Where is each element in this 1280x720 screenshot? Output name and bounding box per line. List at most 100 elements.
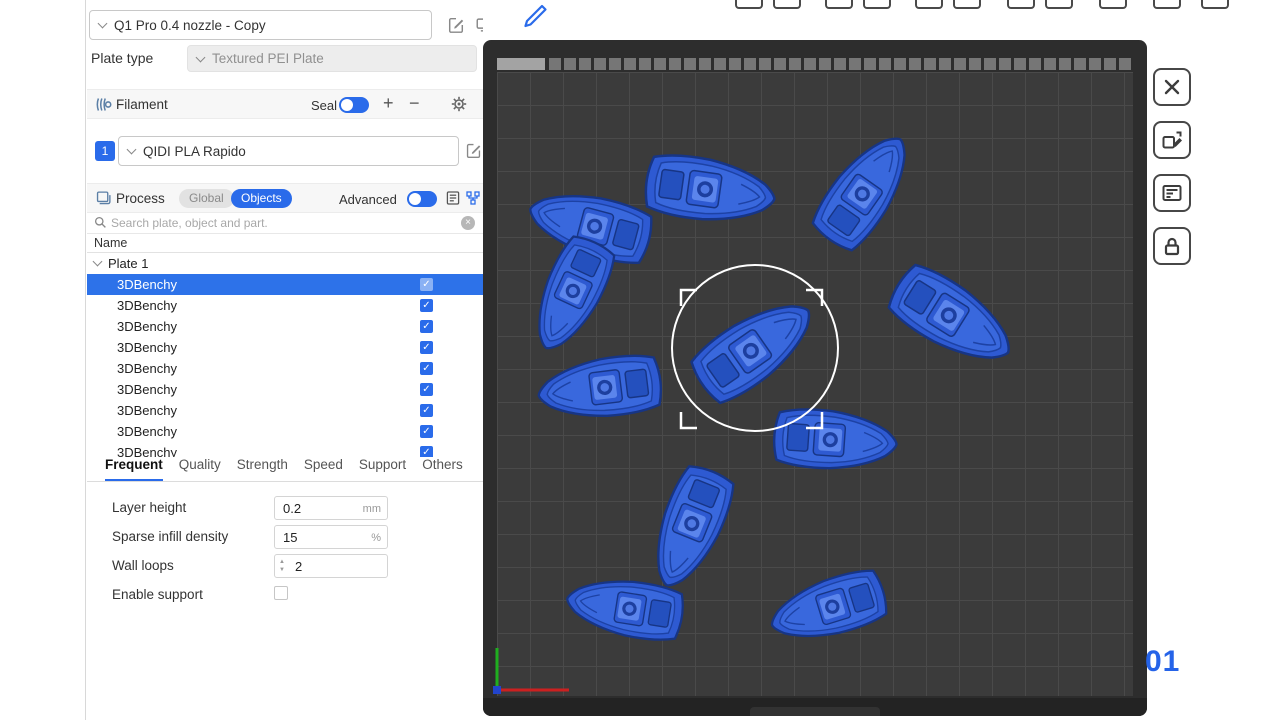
advanced-label: Advanced <box>339 192 397 207</box>
tree-item-label: 3DBenchy <box>117 319 177 334</box>
param-label: Sparse infill density <box>112 529 228 544</box>
param-enable-support: Enable support <box>87 581 483 610</box>
tree-item-benchy[interactable]: 3DBenchy✓ <box>87 295 483 316</box>
toolbar-icon[interactable] <box>915 0 943 9</box>
printer-preset-value: Q1 Pro 0.4 nozzle - Copy <box>114 18 266 33</box>
tree-item-benchy[interactable]: 3DBenchy✓ <box>87 421 483 442</box>
visibility-checkbox[interactable]: ✓ <box>420 278 433 291</box>
chevron-down-icon <box>196 52 206 62</box>
param-sparse-infill-density: Sparse infill density 15 % <box>87 523 483 552</box>
tab-frequent[interactable]: Frequent <box>105 457 163 481</box>
tree-item-benchy[interactable]: 3DBenchy ✓ <box>87 274 483 295</box>
benchy-model[interactable] <box>535 352 664 424</box>
clear-search-icon[interactable]: × <box>461 216 475 230</box>
filament-settings-gear-icon[interactable] <box>451 96 467 112</box>
viewport-3d[interactable]: 01 <box>483 0 1280 720</box>
plate-number-label: 01 <box>1145 645 1180 679</box>
edit-printer-preset-icon[interactable] <box>447 16 465 34</box>
seal-toggle[interactable] <box>339 97 369 113</box>
benchy-model[interactable] <box>772 407 898 473</box>
tree-item-benchy[interactable]: 3DBenchy ✓ <box>87 400 483 421</box>
benchy-model[interactable] <box>521 231 620 359</box>
plate-label: Plate 1 <box>108 256 148 271</box>
filament-name: QIDI PLA Rapido <box>143 144 246 159</box>
visibility-checkbox[interactable]: ✓ <box>420 362 433 375</box>
benchy-model[interactable] <box>642 151 778 229</box>
visibility-checkbox[interactable]: ✓ <box>420 320 433 333</box>
visibility-checkbox[interactable]: ✓ <box>420 341 433 354</box>
tree-item-label: 3DBenchy <box>117 382 177 397</box>
chevron-down-icon <box>127 145 137 155</box>
benchy-model[interactable] <box>883 258 1025 378</box>
search-row: × <box>87 213 483 234</box>
tree-item-label: 3DBenchy <box>117 277 177 292</box>
visibility-checkbox[interactable]: ✓ <box>420 425 433 438</box>
toolbar-icon[interactable] <box>735 0 763 9</box>
visibility-checkbox[interactable]: ✓ <box>420 299 433 312</box>
tree-item-benchy[interactable]: 3DBenchy✓ <box>87 337 483 358</box>
parameters-panel: Layer height 0.2 mm Sparse infill densit… <box>87 494 483 610</box>
toolbar-icon[interactable] <box>1045 0 1073 9</box>
enable-support-checkbox[interactable] <box>274 586 288 600</box>
tab-others[interactable]: Others <box>422 457 463 481</box>
plate-side-toolbar <box>1153 68 1193 280</box>
tab-quality[interactable]: Quality <box>179 457 221 481</box>
delete-all-button[interactable] <box>1153 68 1191 106</box>
tree-item-benchy[interactable]: 3DBenchy ✓ <box>87 316 483 337</box>
benchy-model-selected[interactable] <box>685 286 826 410</box>
toolbar-icon[interactable] <box>825 0 853 9</box>
stepper-arrows-icon[interactable]: ▲▼ <box>279 558 289 574</box>
remove-filament-button[interactable]: − <box>409 93 420 114</box>
toolbar-icon[interactable] <box>953 0 981 9</box>
tree-item-benchy[interactable]: 3DBenchy ✓ <box>87 358 483 379</box>
advanced-toggle[interactable] <box>407 191 437 207</box>
benchy-model[interactable] <box>806 123 924 257</box>
toolbar-icon[interactable] <box>1007 0 1035 9</box>
tab-speed[interactable]: Speed <box>304 457 343 481</box>
process-layers-icon <box>95 190 112 212</box>
toolbar-icon[interactable] <box>1201 0 1229 9</box>
tree-name-header: Name <box>87 234 483 253</box>
benchy-model[interactable] <box>764 565 891 651</box>
layer-height-input[interactable]: 0.2 mm <box>274 496 388 520</box>
search-input[interactable] <box>111 213 451 233</box>
edit-filament-icon[interactable] <box>465 142 482 159</box>
wall-loops-stepper[interactable]: ▲▼ 2 <box>274 554 388 578</box>
sparse-infill-density-input[interactable]: 15 % <box>274 525 388 549</box>
toolbar-icon[interactable] <box>773 0 801 9</box>
auto-orient-button[interactable] <box>1153 121 1191 159</box>
visibility-checkbox[interactable]: ✓ <box>420 383 433 396</box>
tree-item-label: 3DBenchy <box>117 361 177 376</box>
object-tree: Plate 1 3DBenchy ✓ 3DBenchy ✓ 3DBenchy ✓ 3DBen… <box>87 253 483 457</box>
toolbar-icon[interactable] <box>1099 0 1127 9</box>
object-structure-icon[interactable] <box>465 190 481 206</box>
expand-chevron-icon[interactable] <box>93 257 103 267</box>
parameter-list-icon[interactable] <box>445 190 461 206</box>
tab-support[interactable]: Support <box>359 457 406 481</box>
axes-indicator <box>493 648 569 694</box>
visibility-checkbox[interactable]: ✓ <box>420 404 433 417</box>
add-filament-button[interactable]: + <box>383 93 394 114</box>
toolbar-icon[interactable] <box>863 0 891 9</box>
toolbar-icon[interactable] <box>1153 0 1181 9</box>
plate-settings-button[interactable] <box>1153 174 1191 212</box>
seal-label: Seal <box>311 98 337 113</box>
printer-preset-select[interactable]: Q1 Pro 0.4 nozzle - Copy <box>89 10 432 40</box>
filament-select[interactable]: QIDI PLA Rapido <box>118 136 459 166</box>
lock-plate-button[interactable] <box>1153 227 1191 265</box>
tree-item-benchy[interactable]: 3DBenchy ✓ <box>87 379 483 400</box>
tree-item-plate[interactable]: Plate 1 <box>87 253 483 274</box>
draw-tool-pencil-icon[interactable] <box>519 2 549 37</box>
filament-slot-badge[interactable]: 1 <box>95 141 115 161</box>
tree-item-label: 3DBenchy <box>117 403 177 418</box>
param-unit: % <box>371 532 381 544</box>
param-unit: mm <box>363 503 381 515</box>
tab-strength[interactable]: Strength <box>237 457 288 481</box>
scope-global-pill[interactable]: Global <box>179 189 234 208</box>
plate-type-select[interactable]: Textured PEI Plate <box>187 45 477 72</box>
tree-item-benchy[interactable]: 3DBenchy✓ <box>87 442 483 457</box>
scene-canvas[interactable] <box>483 40 1147 716</box>
benchy-model[interactable] <box>640 461 740 596</box>
visibility-checkbox[interactable]: ✓ <box>420 446 433 457</box>
scope-objects-pill[interactable]: Objects <box>231 189 292 208</box>
